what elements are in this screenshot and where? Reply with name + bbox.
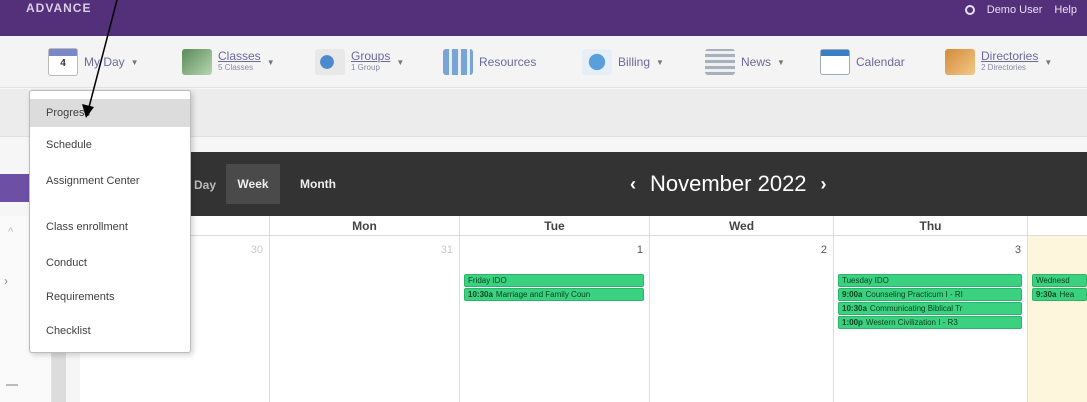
day-header-thu: Thu: [834, 216, 1028, 236]
menu-item-class-enrollment[interactable]: Class enrollment: [30, 221, 190, 234]
calendar-month-title: November 2022: [650, 171, 807, 196]
nav-groups[interactable]: Groups 1 Group ▼: [315, 46, 404, 78]
nav-my-day[interactable]: 4 My Day ▼: [48, 46, 139, 78]
view-day-button[interactable]: Day: [190, 164, 218, 206]
day-number: 3: [1014, 244, 1021, 256]
event-title: Wednesd: [1036, 276, 1070, 285]
header-tools: Demo User Help: [964, 4, 1077, 16]
nav-classes-label: Classes: [218, 49, 261, 63]
top-header: ADVANCE Demo User Help: [0, 0, 1087, 36]
chevron-right-icon[interactable]: ›: [4, 274, 8, 288]
calendar-toolbar: Day Week Month ‹ November 2022 ›: [190, 152, 1087, 216]
event-time: 9:30a: [1036, 290, 1057, 299]
calendar-event[interactable]: Wednesd: [1032, 274, 1087, 287]
day-number: 31: [440, 244, 453, 256]
nav-resources[interactable]: Resources: [443, 46, 536, 78]
calendar-title-group: ‹ November 2022 ›: [630, 168, 827, 200]
event-time: 10:30a: [842, 304, 867, 313]
day-cell-thu[interactable]: 3 Tuesday IDO 9:00a Counseling Practicum …: [834, 236, 1028, 402]
help-link[interactable]: Help: [1054, 4, 1077, 16]
nav-directories[interactable]: Directories 2 Directories ▼: [945, 46, 1052, 78]
day-cell-tue[interactable]: 1 Friday IDO 10:30a Marriage and Family C…: [460, 236, 650, 402]
chevron-up-icon[interactable]: ^: [8, 226, 13, 238]
menu-item-conduct[interactable]: Conduct: [30, 257, 190, 270]
nav-billing[interactable]: Billing ▼: [582, 46, 664, 78]
calendar-icon: [820, 49, 850, 75]
billing-icon: [582, 49, 612, 75]
event-title: Marriage and Family Coun: [495, 290, 591, 299]
user-name[interactable]: Demo User: [987, 4, 1043, 16]
calendar-event[interactable]: 10:30a Marriage and Family Coun: [464, 288, 644, 301]
menu-item-assignment-center[interactable]: Assignment Center: [30, 175, 140, 188]
day-header-tue: Tue: [460, 216, 650, 236]
nav-calendar[interactable]: Calendar: [820, 46, 905, 78]
directories-icon: [945, 49, 975, 75]
search-icon[interactable]: [964, 5, 975, 15]
day-cell-fri[interactable]: Wednesd 9:30a Hea: [1028, 236, 1087, 402]
menu-item-progress[interactable]: Progress: [30, 99, 190, 127]
nav-billing-label: Billing: [618, 55, 651, 69]
view-week-button[interactable]: Week: [226, 164, 280, 204]
menu-item-schedule[interactable]: Schedule: [30, 139, 190, 152]
event-title: Western Civilization I - R3: [865, 318, 958, 327]
chevron-down-icon: ▼: [130, 57, 139, 67]
event-time: 10:30a: [468, 290, 493, 299]
event-time: 9:00a: [842, 290, 863, 299]
calendar-event[interactable]: 10:30a Communicating Biblical Tr: [838, 302, 1022, 315]
chevron-down-icon: ▼: [1044, 57, 1053, 67]
chevron-down-icon: ▼: [777, 57, 785, 67]
day-cell-wed[interactable]: 2: [650, 236, 834, 402]
event-title: Hea: [1059, 290, 1075, 299]
classes-icon: [182, 49, 212, 75]
calendar-event[interactable]: 9:30a Hea: [1032, 288, 1087, 301]
nav-calendar-label: Calendar: [856, 55, 905, 69]
my-day-dropdown-menu: Progress Schedule Assignment Center Clas…: [29, 90, 191, 353]
event-title: Counseling Practicum I - RI: [865, 290, 963, 299]
main-nav: 4 My Day ▼ Classes 5 Classes ▼ Groups 1 Gr…: [0, 36, 1087, 88]
view-month-button[interactable]: Month: [286, 164, 350, 204]
menu-item-requirements[interactable]: Requirements: [30, 291, 190, 304]
event-title: Tuesday IDO: [842, 276, 889, 285]
day-cell-mon[interactable]: 31: [270, 236, 460, 402]
day-number: 30: [250, 244, 263, 256]
calendar-event[interactable]: 9:00a Counseling Practicum I - RI: [838, 288, 1022, 301]
nav-news-label: News: [741, 55, 772, 69]
chevron-down-icon: ▼: [656, 57, 664, 67]
day-number: 1: [636, 244, 643, 256]
app-root: ADVANCE Demo User Help 4 My Day ▼ Classe…: [0, 0, 1087, 402]
news-icon: [705, 49, 735, 75]
day-header-fri: [1028, 216, 1087, 236]
chevron-down-icon: ▼: [396, 57, 405, 67]
calendar-event[interactable]: Friday IDO: [464, 274, 644, 287]
event-title: Communicating Biblical Tr: [869, 304, 963, 313]
left-accent: [0, 174, 30, 202]
chevron-right-icon[interactable]: ›: [821, 174, 827, 195]
event-time: 1:00p: [842, 318, 863, 327]
nav-news[interactable]: News ▼: [705, 46, 785, 78]
date-number: 4: [60, 58, 66, 69]
calendar-day-icon: 4: [48, 48, 78, 76]
nav-groups-count: 1 Group: [351, 63, 380, 72]
divider: [6, 384, 18, 386]
nav-resources-label: Resources: [479, 55, 537, 69]
chevron-left-icon[interactable]: ‹: [630, 174, 636, 195]
groups-icon: [315, 49, 345, 75]
calendar-grid: Mon Tue Wed Thu 30 31 1 Friday IDO 10:30…: [80, 216, 1087, 402]
chevron-down-icon: ▼: [266, 57, 275, 67]
nav-classes[interactable]: Classes 5 Classes ▼: [182, 46, 275, 78]
event-title: Friday IDO: [468, 276, 507, 285]
calendar-event[interactable]: Tuesday IDO: [838, 274, 1022, 287]
menu-item-checklist[interactable]: Checklist: [30, 325, 190, 338]
day-header-mon: Mon: [270, 216, 460, 236]
calendar-event[interactable]: 1:00p Western Civilization I - R3: [838, 316, 1022, 329]
resources-icon: [443, 49, 473, 75]
app-logo: ADVANCE: [26, 1, 92, 15]
day-number: 2: [820, 244, 827, 256]
day-header-wed: Wed: [650, 216, 834, 236]
nav-directories-count: 2 Directories: [981, 63, 1026, 72]
nav-directories-label: Directories: [981, 49, 1039, 63]
nav-classes-count: 5 Classes: [218, 63, 254, 72]
nav-my-day-label: My Day: [84, 55, 125, 69]
nav-groups-label: Groups: [351, 49, 391, 63]
